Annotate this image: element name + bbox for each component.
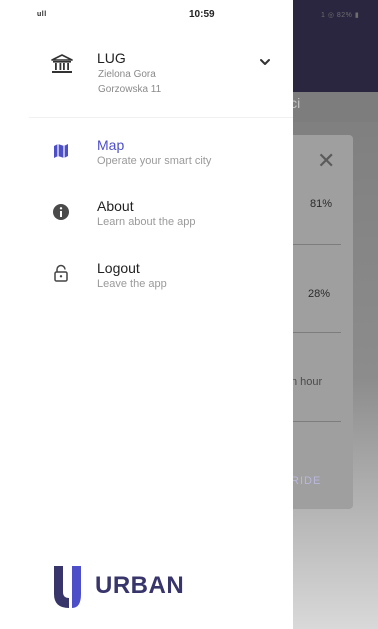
background-divider <box>291 244 341 245</box>
background-card <box>285 135 353 509</box>
background-divider <box>291 421 341 422</box>
menu-item-about[interactable]: About Learn about the app <box>29 198 293 248</box>
urban-logo-mark-icon <box>54 566 81 608</box>
phone-screen: ici ✕ 81% 28% n hour RIDE 1 ◎ 82% ▮ ull … <box>29 0 378 629</box>
status-bar: ull 10:59 <box>29 0 293 28</box>
menu-item-title: Map <box>97 137 125 153</box>
status-indicators: 1 ◎ 82% ▮ <box>321 12 360 19</box>
info-icon <box>53 204 69 220</box>
urban-logo-text: URBAN <box>95 572 185 599</box>
menu-item-title: Logout <box>97 260 140 276</box>
bank-icon <box>51 54 73 73</box>
account-street: Gorzowska 11 <box>98 84 162 95</box>
menu-item-subtitle: Operate your smart city <box>97 155 212 167</box>
background-hour-text: n hour <box>291 376 323 388</box>
chevron-down-icon[interactable] <box>259 58 271 66</box>
signal-icon: ull <box>37 11 47 18</box>
urban-logo: URBAN <box>53 566 193 608</box>
account-city: Zielona Gora <box>98 69 156 80</box>
map-icon <box>54 144 68 158</box>
background-ride-button: RIDE <box>291 475 322 487</box>
background-close-icon: ✕ <box>317 148 336 173</box>
navigation-drawer: ull 10:59 LUG Zielona Gora Gorzowska 11 <box>29 0 293 629</box>
background-percent-1: 81% <box>310 198 333 210</box>
menu-item-title: About <box>97 198 134 214</box>
background-percent-2: 28% <box>308 288 331 300</box>
lock-icon <box>54 264 68 282</box>
status-time: 10:59 <box>189 9 215 20</box>
account-selector[interactable]: LUG Zielona Gora Gorzowska 11 <box>29 40 293 118</box>
menu-item-logout[interactable]: Logout Leave the app <box>29 260 293 310</box>
menu-item-subtitle: Leave the app <box>97 278 167 290</box>
account-name: LUG <box>97 50 126 66</box>
background-divider <box>291 332 341 333</box>
menu-item-subtitle: Learn about the app <box>97 216 196 228</box>
menu-item-map[interactable]: Map Operate your smart city <box>29 137 293 187</box>
